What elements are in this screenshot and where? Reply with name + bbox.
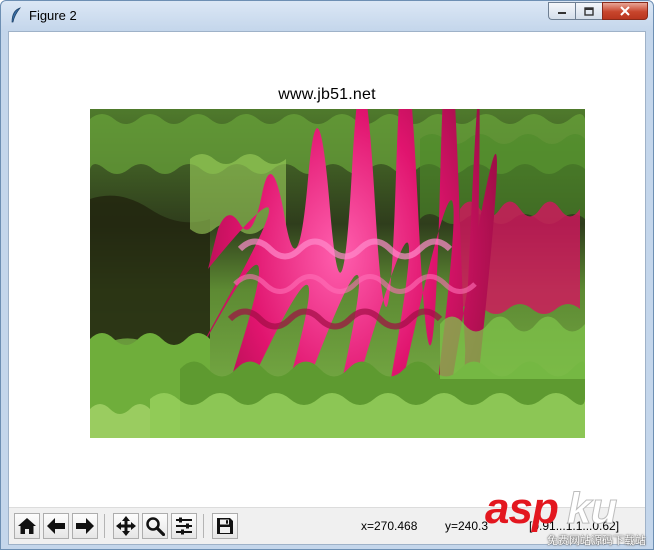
configure-subplots-button[interactable] [171,513,197,539]
figure-title: www.jb51.net [278,86,376,103]
forward-button[interactable] [72,513,98,539]
minimize-icon [558,12,566,14]
configure-subplots-icon [176,517,192,535]
maximize-button[interactable] [575,2,602,20]
maximize-icon [584,6,594,16]
x-coordinate-readout: x=270.468 [361,519,418,533]
home-button[interactable] [14,513,40,539]
zoom-button[interactable] [142,513,168,539]
toolbar-separator [104,514,105,538]
home-icon [18,518,36,534]
pan-button[interactable] [113,513,139,539]
y-coordinate-readout: y=240.3 [445,519,489,533]
close-button[interactable] [602,2,648,20]
watermark-subtitle: 免费网站源码下载站 [547,535,646,547]
wave-distorted-flower-image [90,109,585,438]
save-button[interactable] [212,513,238,539]
forward-arrow-icon [76,518,94,534]
site-watermark-logo: asp ku 免费网站源码下载站 [485,484,653,548]
figure-canvas[interactable]: www.jb51.net x=270.468 y=240.3 [0.91...1… [8,31,646,545]
figure-window: Figure 2 www.jb51.net x=270.468 y=240.3 … [0,0,654,550]
title-bar[interactable]: Figure 2 [1,1,653,31]
save-icon [217,518,233,534]
back-arrow-icon [47,518,65,534]
close-icon [620,6,630,16]
watermark-brand-red: asp [485,484,559,533]
watermark-brand-white: ku [566,484,617,534]
minimize-button[interactable] [548,2,575,20]
window-title: Figure 2 [29,8,77,23]
zoom-icon [146,517,165,536]
pan-icon [116,516,136,536]
window-controls [548,2,648,20]
image-display[interactable] [90,109,585,438]
toolbar-separator [203,514,204,538]
back-button[interactable] [43,513,69,539]
feather-icon [11,7,22,23]
